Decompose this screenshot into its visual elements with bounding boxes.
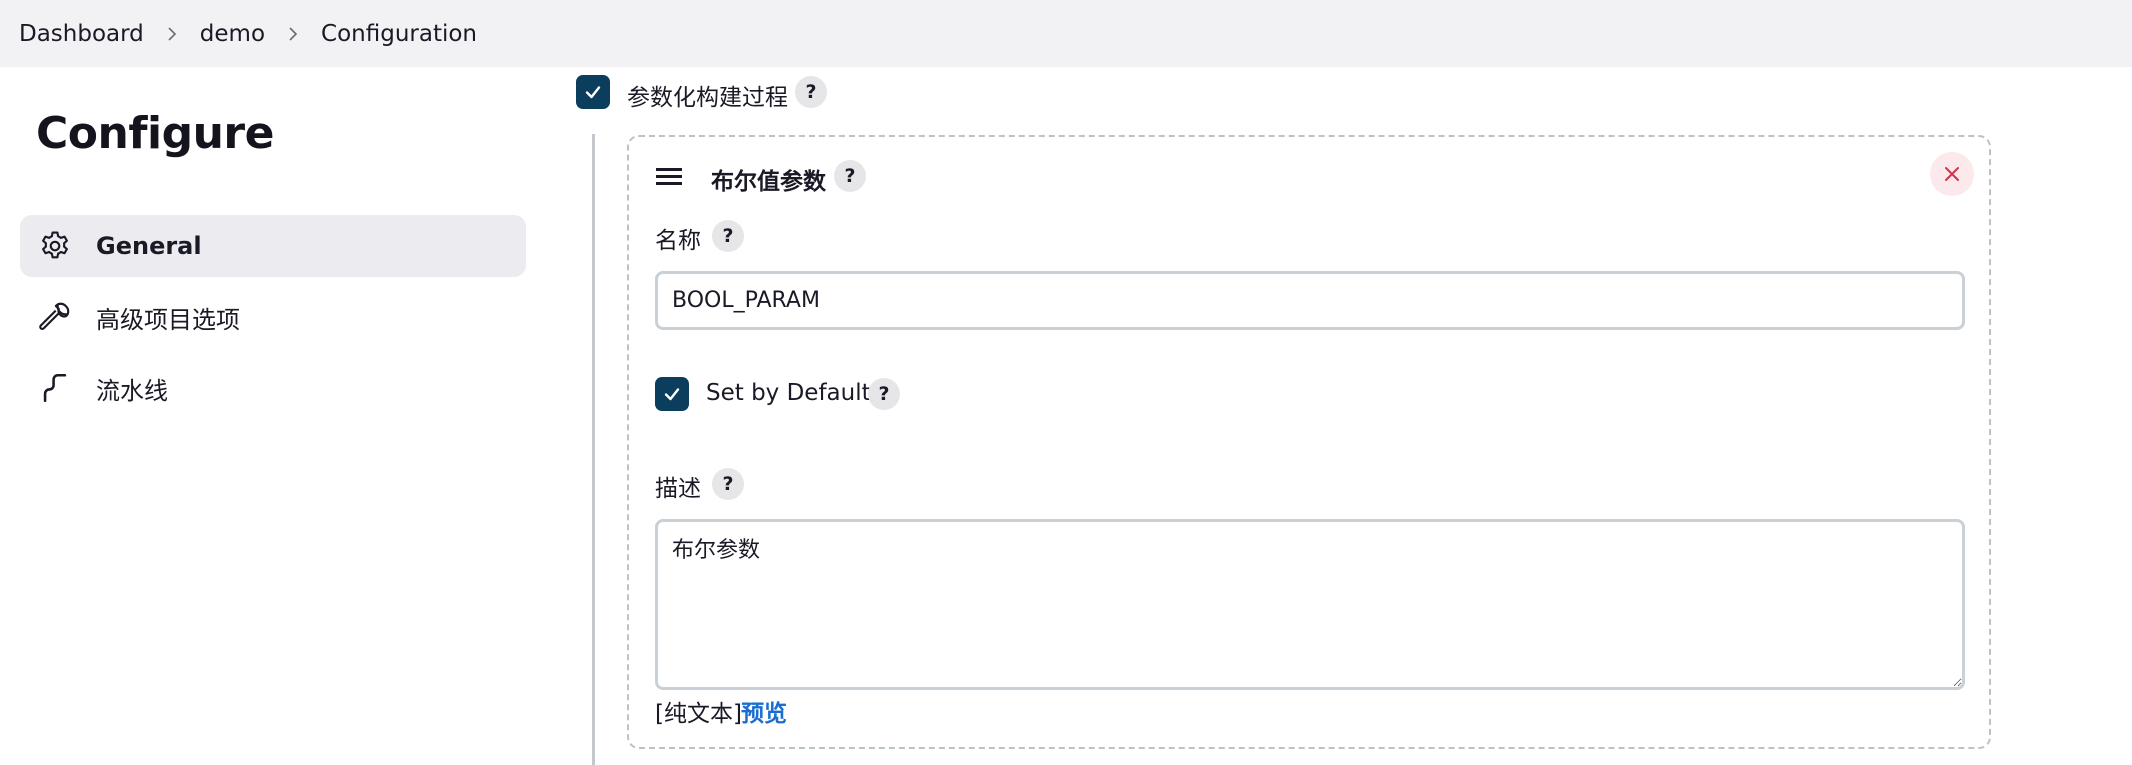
- description-label: 描述: [655, 476, 701, 502]
- help-icon[interactable]: ?: [834, 160, 866, 192]
- name-label: 名称: [655, 228, 701, 254]
- page-title: Configure: [36, 108, 274, 159]
- breadcrumb-dashboard[interactable]: Dashboard: [19, 21, 144, 47]
- format-indicator: [纯文本]: [655, 701, 742, 727]
- remove-parameter-button[interactable]: [1930, 152, 1974, 196]
- sidebar-item-pipeline[interactable]: 流水线: [20, 357, 526, 419]
- sidebar-item-advanced[interactable]: 高级项目选项: [20, 286, 526, 348]
- parameterized-build-label: 参数化构建过程: [627, 85, 788, 111]
- name-field[interactable]: [655, 271, 1965, 330]
- drag-handle-icon[interactable]: [656, 168, 682, 189]
- wrench-icon: [38, 297, 94, 337]
- sidebar-item-label: General: [96, 232, 202, 260]
- sidebar-item-general[interactable]: General: [20, 215, 526, 277]
- set-by-default-checkbox[interactable]: [655, 377, 689, 411]
- preview-link[interactable]: 预览: [741, 694, 787, 728]
- help-icon[interactable]: ?: [712, 220, 744, 252]
- parameter-type-title: 布尔值参数: [711, 169, 826, 195]
- breadcrumb-configuration[interactable]: Configuration: [321, 21, 477, 47]
- breadcrumb-bar: Dashboard demo Configuration: [0, 0, 2132, 67]
- description-textarea[interactable]: [655, 519, 1965, 690]
- chevron-right-icon: [265, 26, 321, 41]
- pipeline-icon: [38, 368, 94, 408]
- parameterized-build-checkbox[interactable]: [576, 75, 610, 109]
- section-divider: [592, 134, 595, 765]
- help-icon[interactable]: ?: [712, 468, 744, 500]
- checkmark-icon: [585, 86, 601, 99]
- help-icon[interactable]: ?: [795, 76, 827, 108]
- sidebar-item-label: 高级项目选项: [96, 305, 240, 334]
- breadcrumb-demo[interactable]: demo: [200, 21, 265, 47]
- gear-icon: [38, 226, 94, 266]
- set-by-default-label: Set by Default: [706, 380, 871, 406]
- breadcrumb: Dashboard demo Configuration: [19, 21, 477, 47]
- help-icon[interactable]: ?: [868, 378, 900, 410]
- close-icon: [1945, 167, 1959, 181]
- chevron-right-icon: [144, 26, 200, 41]
- checkmark-icon: [664, 388, 680, 401]
- sidebar-item-label: 流水线: [96, 376, 168, 405]
